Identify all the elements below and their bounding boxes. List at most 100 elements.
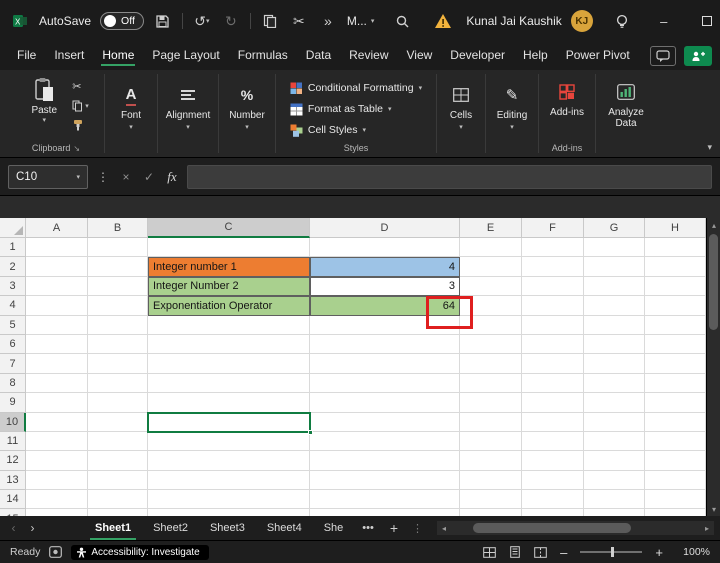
search-icon[interactable] [392,14,412,29]
cell-E12[interactable] [460,451,522,470]
cell-A13[interactable] [26,471,88,490]
scroll-down-icon[interactable]: ▾ [707,502,720,516]
menu-tab-help[interactable]: Help [514,44,557,70]
cell-F3[interactable] [522,277,584,296]
redo-icon[interactable]: ↻ [221,13,241,30]
analyze-data-button[interactable]: Analyze Data [602,75,650,129]
next-sheet-icon[interactable]: › [23,521,42,535]
cell-D1[interactable] [310,238,460,257]
cell-H5[interactable] [645,316,706,335]
insert-function-button[interactable]: fx [164,169,180,185]
cell-A1[interactable] [26,238,88,257]
sheet-tab-sheet3[interactable]: Sheet3 [199,516,256,541]
cell-H14[interactable] [645,490,706,509]
cell-G15[interactable] [584,509,645,516]
row-header-11[interactable]: 11 [0,432,26,451]
cell-F2[interactable] [522,257,584,276]
formula-input[interactable] [187,165,712,189]
cell-H3[interactable] [645,277,706,296]
menu-tab-insert[interactable]: Insert [45,44,93,70]
cell-G10[interactable] [584,413,645,432]
zoom-out-button[interactable]: – [560,545,567,560]
row-header-9[interactable]: 9 [0,393,26,412]
scroll-right-icon[interactable]: ▸ [700,524,714,533]
cell-A7[interactable] [26,354,88,373]
cell-A9[interactable] [26,393,88,412]
conditional-formatting-button[interactable]: Conditional Formatting ▾ [290,79,422,97]
accessibility-status[interactable]: Accessibility: Investigate [71,545,208,560]
cell-C10[interactable] [148,413,310,432]
cell-B3[interactable] [88,277,148,296]
row-header-12[interactable]: 12 [0,451,26,470]
minimize-button[interactable]: – [647,0,681,42]
cell-B13[interactable] [88,471,148,490]
cell-E9[interactable] [460,393,522,412]
row-header-7[interactable]: 7 [0,354,26,373]
cell-D7[interactable] [310,354,460,373]
macro-record-icon[interactable] [49,546,62,558]
format-painter-button[interactable] [72,118,89,131]
cell-A11[interactable] [26,432,88,451]
menu-tab-home[interactable]: Home [93,44,143,70]
cell-F9[interactable] [522,393,584,412]
cell-E6[interactable] [460,335,522,354]
menu-tab-power-pivot[interactable]: Power Pivot [557,44,639,70]
cell-F11[interactable] [522,432,584,451]
row-header-15[interactable]: 15 [0,509,26,516]
cell-G9[interactable] [584,393,645,412]
cell-B6[interactable] [88,335,148,354]
col-header-C[interactable]: C [148,218,310,238]
cell-G11[interactable] [584,432,645,451]
cell-E8[interactable] [460,374,522,393]
cell-E5[interactable] [460,316,522,335]
cut-button[interactable]: ✂ [72,80,89,93]
cell-G8[interactable] [584,374,645,393]
cell-H6[interactable] [645,335,706,354]
cell-C5[interactable] [148,316,310,335]
cell-E14[interactable] [460,490,522,509]
prev-sheet-icon[interactable]: ‹ [4,521,23,535]
cell-D9[interactable] [310,393,460,412]
cell-D14[interactable] [310,490,460,509]
cell-C2[interactable]: Integer number 1 [148,257,310,276]
menu-tab-data[interactable]: Data [297,44,340,70]
sheet-tab-sheet2[interactable]: Sheet2 [142,516,199,541]
user-name[interactable]: Kunal Jai Kaushik [466,14,561,28]
cell-C3[interactable]: Integer Number 2 [148,277,310,296]
cell-H1[interactable] [645,238,706,257]
horizontal-scrollbar[interactable]: ◂ ▸ [437,521,714,535]
page-break-view-icon[interactable] [534,547,547,558]
menu-tab-page-layout[interactable]: Page Layout [143,44,228,70]
col-header-F[interactable]: F [522,218,584,238]
cell-A5[interactable] [26,316,88,335]
cell-C12[interactable] [148,451,310,470]
row-header-13[interactable]: 13 [0,471,26,490]
sheet-tab-sheet4[interactable]: Sheet4 [256,516,313,541]
col-header-E[interactable]: E [460,218,522,238]
cell-E13[interactable] [460,471,522,490]
row-header-1[interactable]: 1 [0,238,26,257]
cell-C4[interactable]: Exponentiation Operator [148,296,310,315]
cell-H4[interactable] [645,296,706,315]
scroll-left-icon[interactable]: ◂ [437,524,451,533]
horizontal-scroll-thumb[interactable] [473,523,631,533]
autosave-toggle[interactable]: Off [100,12,144,30]
cell-F5[interactable] [522,316,584,335]
cell-E11[interactable] [460,432,522,451]
cell-B12[interactable] [88,451,148,470]
cell-C7[interactable] [148,354,310,373]
zoom-slider-thumb[interactable] [611,547,614,557]
more-sheets-button[interactable]: ••• [354,522,382,534]
col-header-D[interactable]: D [310,218,460,238]
row-header-5[interactable]: 5 [0,316,26,335]
row-header-14[interactable]: 14 [0,490,26,509]
more-options-icon[interactable]: ⋮ [95,170,111,184]
cell-F8[interactable] [522,374,584,393]
cell-B8[interactable] [88,374,148,393]
format-as-table-button[interactable]: Format as Table ▾ [290,100,392,118]
cell-H12[interactable] [645,451,706,470]
paste-button[interactable]: Paste ▾ [23,75,65,124]
cell-H7[interactable] [645,354,706,373]
cell-A8[interactable] [26,374,88,393]
menu-tab-formulas[interactable]: Formulas [229,44,297,70]
